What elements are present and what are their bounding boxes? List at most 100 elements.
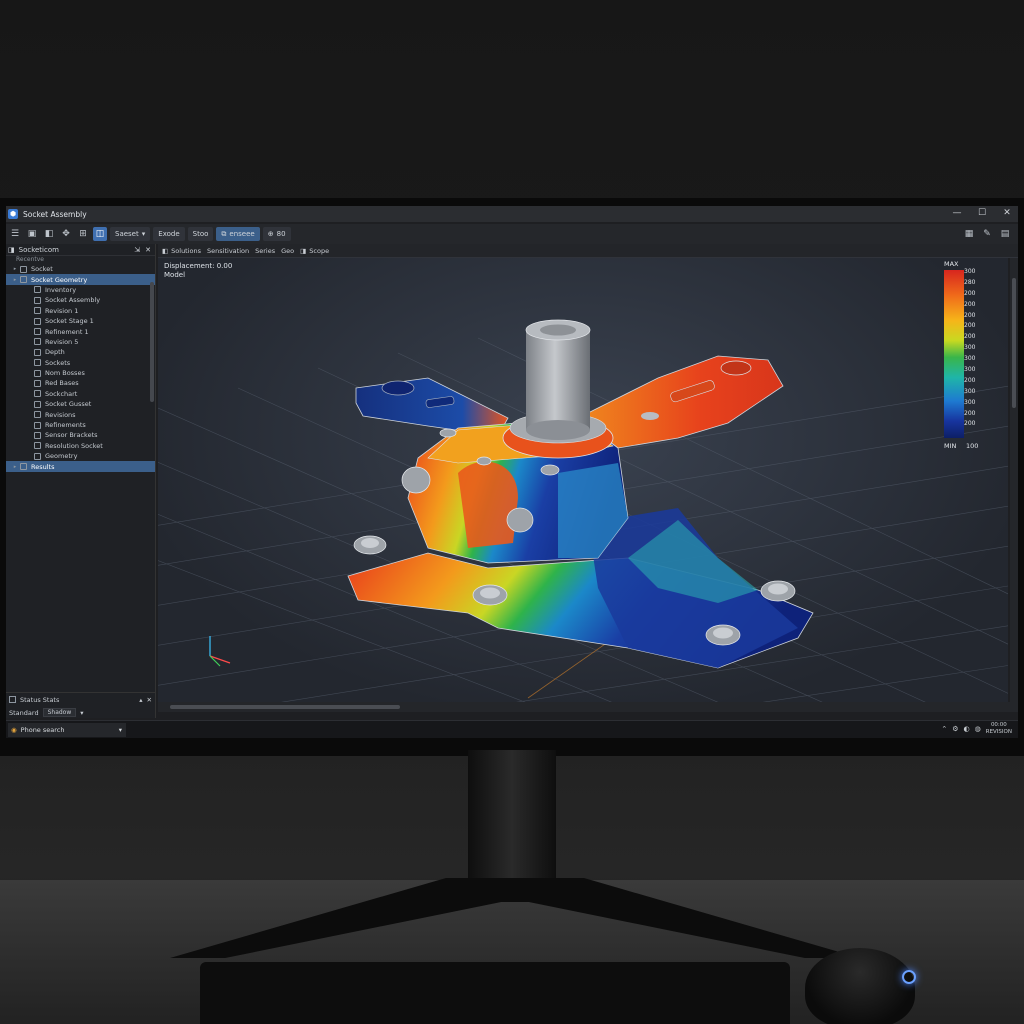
tree-expand-icon[interactable]: ▸ [12, 266, 18, 272]
viewport-info-line1: Displacement: 0.00 [164, 262, 233, 270]
tree-item[interactable]: Socket Gusset [6, 399, 155, 409]
stoo-label: Stoo [192, 230, 209, 238]
tree-item[interactable]: Revisions [6, 409, 155, 419]
tree-item[interactable]: ▸ Socket Geometry [6, 274, 155, 285]
legend-tick: 280 [964, 278, 976, 286]
model-tree: ▸ Socket ▸ Socket Geometry Inventory Socket A… [6, 264, 155, 472]
tree-item-label: Depth [45, 348, 65, 357]
settings-icon[interactable]: ✥ [59, 227, 73, 241]
volume-icon[interactable]: ◍ [975, 725, 981, 733]
taskbar-search[interactable]: ◉ Phone search ▾ [8, 722, 126, 737]
legend-max-label: MAX [944, 260, 959, 268]
close-button[interactable]: ✕ [1002, 208, 1012, 218]
tree-node-icon [34, 338, 41, 346]
scroll-thumb[interactable] [170, 705, 400, 709]
tree-filter[interactable]: Recentve [6, 256, 155, 264]
grid-view-icon[interactable]: ⊞ [76, 227, 90, 241]
legend-tick: 300 [964, 355, 976, 363]
tree-item[interactable]: Inventory [6, 285, 155, 295]
legend-tick: 300 [964, 268, 976, 275]
keyboard [200, 962, 790, 1024]
enseee-button[interactable]: ⧉ enseee [216, 227, 260, 241]
tree-scrollbar[interactable] [150, 282, 154, 402]
saeset-button[interactable]: Saeset ▾ [110, 227, 151, 241]
tree-item[interactable]: Socket Assembly [6, 295, 155, 305]
tab-sensitivation[interactable]: Sensitivation [207, 247, 249, 255]
axis-triad-icon [209, 636, 231, 667]
collapse-icon[interactable]: ⇲ [134, 246, 140, 254]
tree-item[interactable]: Red Bases [6, 378, 155, 388]
tree-item[interactable]: Sockets [6, 358, 155, 368]
tree-item[interactable]: Revision 1 [6, 306, 155, 316]
tree-item[interactable]: Refinement 1 [6, 326, 155, 336]
tree-item-label: Socket Gusset [45, 400, 92, 409]
close-panel-icon[interactable]: ✕ [145, 246, 151, 254]
zoom-button[interactable]: ⊕ 80 [262, 227, 291, 241]
tab-series[interactable]: Series [255, 247, 275, 255]
tree-item[interactable]: ▸ Results [6, 461, 155, 472]
tree-item[interactable]: Geometry [6, 451, 155, 461]
tab-label: Scope [309, 246, 330, 255]
exode-button[interactable]: Exode [153, 227, 185, 241]
tree-expand-icon[interactable]: ▸ [12, 277, 18, 283]
open-icon[interactable]: ◧ [42, 227, 56, 241]
legend-tick: 200 [964, 289, 976, 297]
minimize-button[interactable]: — [952, 208, 962, 218]
tree-item-label: Revision 5 [45, 337, 79, 346]
view-icon[interactable]: ◫ [93, 227, 107, 241]
table-icon[interactable]: ▤ [998, 227, 1012, 241]
save-icon[interactable]: ▣ [25, 227, 39, 241]
3d-viewport[interactable]: Displacement: 0.00 Model MAX 300 280 200 20… [158, 258, 1008, 702]
tree-item[interactable]: Revision 5 [6, 337, 155, 347]
tab-icon: ◨ [300, 246, 307, 255]
tab-scope[interactable]: ◨ Scope [300, 247, 329, 255]
stoo-button[interactable]: Stoo [187, 227, 214, 241]
legend-min-value: 100 [966, 442, 979, 450]
settings-icon[interactable]: ⚙ [952, 725, 958, 733]
menu-icon[interactable]: ☰ [8, 227, 22, 241]
clock[interactable]: 00:00 REVISION [986, 722, 1012, 735]
taskbar: ◉ Phone search ▾ ⌃ ⚙ ◐ ◍ 00:00 REVISION [6, 720, 1018, 738]
tree-expand-icon[interactable]: ▸ [12, 464, 18, 470]
maximize-button[interactable]: ☐ [977, 208, 987, 218]
scroll-thumb[interactable] [1012, 278, 1016, 408]
close-status-icon[interactable]: ✕ [147, 696, 152, 704]
tree-node-icon [20, 276, 27, 284]
tab-label: Geo [281, 246, 295, 255]
app-logo-icon: ⬢ [8, 209, 18, 219]
tree-item[interactable]: Sensor Brackets [6, 430, 155, 440]
tree-item[interactable]: Nom Bosses [6, 368, 155, 378]
tree-header-label: Socketicom [18, 245, 59, 254]
chevron-up-icon[interactable]: ⌃ [941, 725, 947, 733]
network-icon[interactable]: ◐ [964, 725, 970, 733]
grid-icon[interactable]: ▦ [962, 227, 976, 241]
tree-node-icon [34, 411, 41, 419]
legend-color-bar [944, 270, 964, 438]
dropdown-icon[interactable]: ▾ [80, 709, 83, 717]
tab-solutions[interactable]: ◧ Solutions [162, 247, 201, 255]
tree-node-icon [34, 421, 41, 429]
tree-item-label: Sockchart [45, 389, 78, 398]
view-tabs: ◧ Solutions Sensitivation Series Geo ◨ Sco… [158, 244, 1018, 258]
viewport-vertical-scrollbar[interactable] [1010, 258, 1018, 702]
status-section-label: Status Stats [20, 695, 60, 704]
tree-item[interactable]: Depth [6, 347, 155, 357]
legend-tick: 200 [964, 409, 976, 417]
tree-node-icon [34, 390, 41, 398]
legend-tick: 300 [964, 366, 976, 374]
tab-icon: ◧ [162, 246, 169, 255]
tree-node-icon [34, 348, 41, 356]
tree-item[interactable]: Socket Stage 1 [6, 316, 155, 326]
shading-field[interactable]: Shadow [42, 708, 77, 717]
tree-item[interactable]: ▸ Socket [6, 264, 155, 274]
expand-icon[interactable]: ▴ [139, 696, 142, 704]
pen-icon[interactable]: ✎ [980, 227, 994, 241]
tree-item[interactable]: Sockchart [6, 389, 155, 399]
tab-geo[interactable]: Geo [281, 247, 294, 255]
tree-node-icon [34, 286, 41, 294]
tree-item[interactable]: Resolution Socket [6, 441, 155, 451]
viewport-info: Displacement: 0.00 Model [164, 262, 232, 280]
tree-item[interactable]: Refinements [6, 420, 155, 430]
viewport-horizontal-scrollbar[interactable] [158, 702, 1018, 712]
legend-tick: 300 [964, 387, 976, 395]
